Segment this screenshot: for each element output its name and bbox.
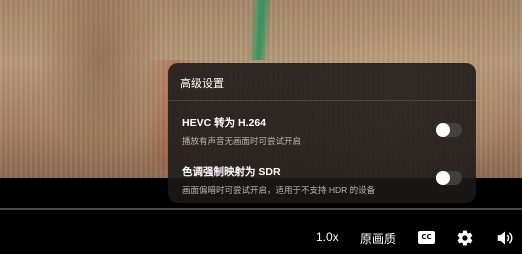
panel-title: 高级设置 xyxy=(180,78,224,90)
gear-icon[interactable] xyxy=(456,229,474,247)
option-hevc-to-h264: HEVC 转为 H.264 播放有声音无画面时可尝试开启 xyxy=(182,115,462,147)
hevc-toggle[interactable] xyxy=(436,123,462,137)
option-title: 色调强制映射为 SDR xyxy=(182,166,281,178)
video-content xyxy=(247,0,273,60)
option-title: HEVC 转为 H.264 xyxy=(182,117,267,129)
advanced-settings-panel: 高级设置 HEVC 转为 H.264 播放有声音无画面时可尝试开启 色调强制映射… xyxy=(168,63,476,203)
playback-speed-button[interactable]: 1.0x xyxy=(316,230,339,244)
toggle-knob xyxy=(436,171,450,185)
closed-captions-icon[interactable]: CC xyxy=(418,231,435,244)
option-description: 播放有声音无画面时可尝试开启 xyxy=(182,136,302,146)
volume-icon[interactable] xyxy=(496,230,514,246)
panel-divider xyxy=(168,100,476,101)
toggle-knob xyxy=(436,123,450,137)
option-sdr-tone-mapping: 色调强制映射为 SDR 画面偏暗时可尝试开启，适用于不支持 HDR 的设备 xyxy=(182,164,462,196)
control-bar: 1.0x 原画质 CC xyxy=(0,222,522,254)
quality-button[interactable]: 原画质 xyxy=(360,230,396,247)
option-description: 画面偏暗时可尝试开启，适用于不支持 HDR 的设备 xyxy=(182,185,376,195)
sdr-toggle[interactable] xyxy=(436,171,462,185)
progress-bar[interactable] xyxy=(0,208,522,210)
